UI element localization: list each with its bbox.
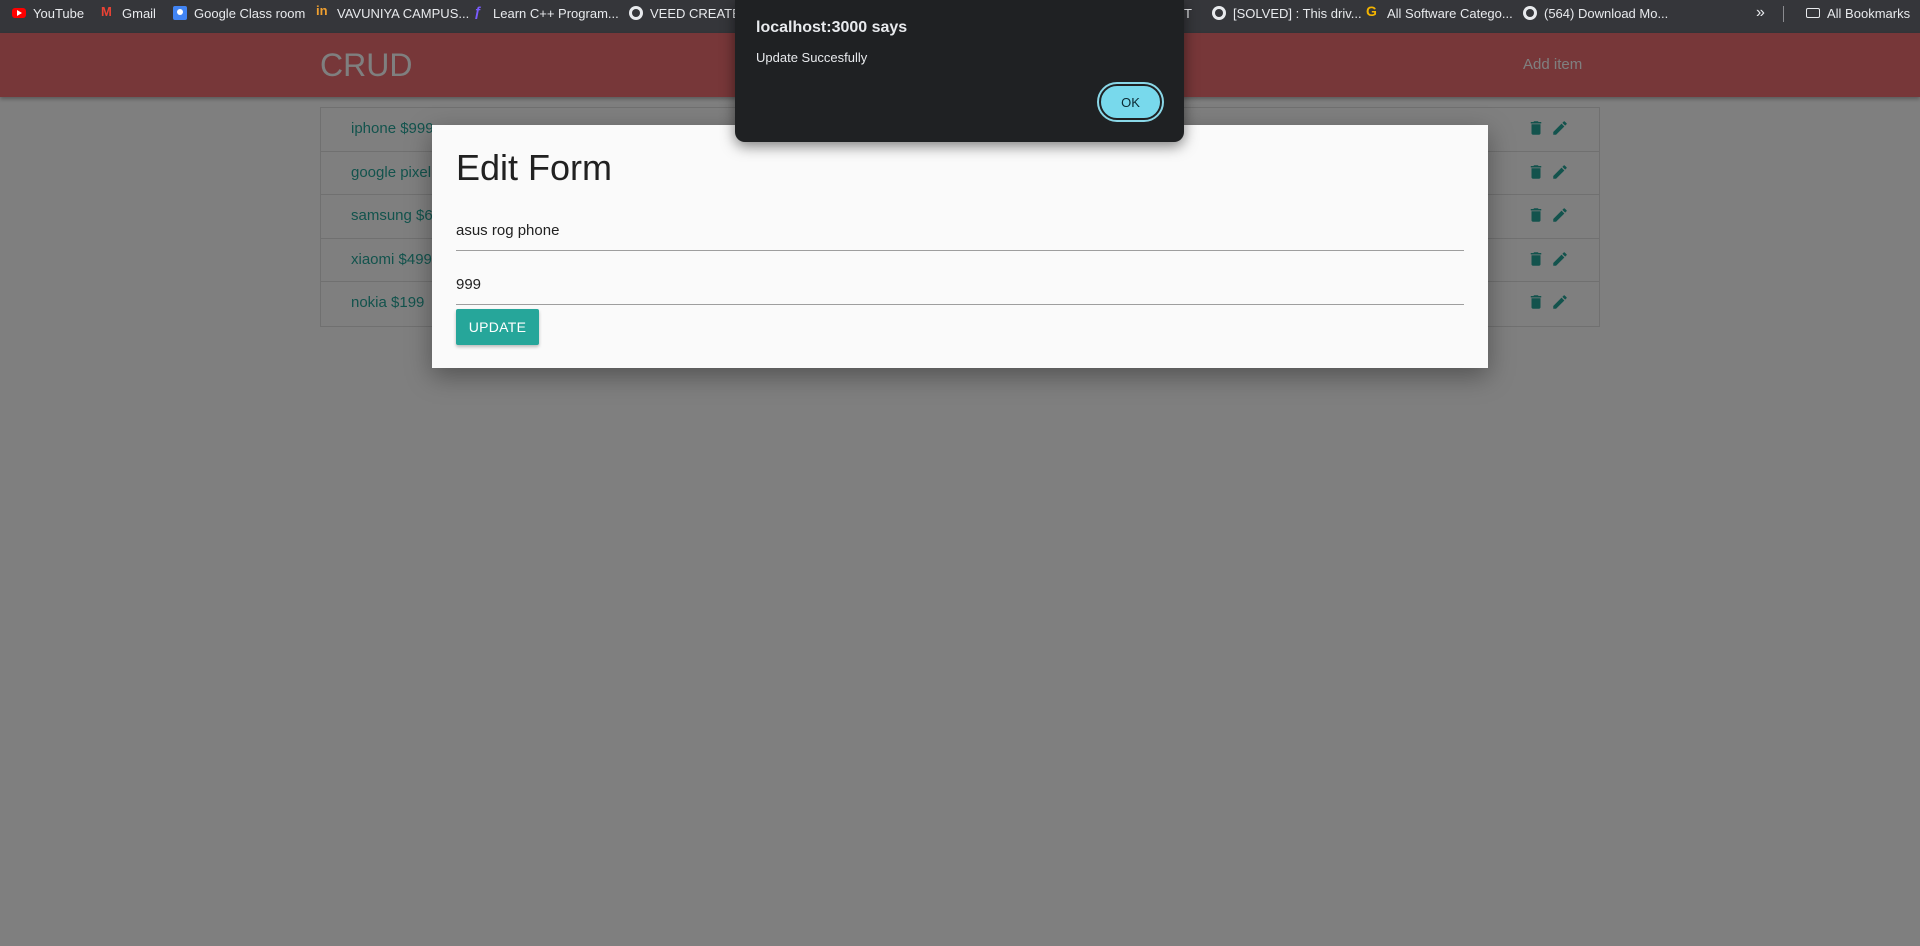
globe-icon	[1212, 6, 1226, 20]
update-button[interactable]: UPDATE	[456, 309, 539, 345]
bookmarks-divider	[1783, 6, 1784, 22]
ok-button[interactable]: OK	[1097, 82, 1164, 122]
bookmark-label: Gmail	[122, 5, 156, 21]
g-icon	[1366, 3, 1380, 20]
bookmark-label: All Software Catego...	[1387, 5, 1513, 21]
bookmark-solved[interactable]: [SOLVED] : This driv...	[1212, 0, 1362, 26]
bookmark-label: YouTube	[33, 5, 85, 21]
cpp-icon	[472, 3, 486, 20]
bookmark-label: All Bookmarks	[1827, 5, 1911, 21]
folder-icon	[1806, 8, 1820, 18]
google-classroom-icon	[173, 6, 187, 20]
bookmarks-overflow-icon[interactable]: »	[1756, 4, 1765, 22]
bookmark-label: T	[1184, 5, 1192, 21]
bookmark-all-bookmarks[interactable]: All Bookmarks	[1806, 0, 1910, 26]
bookmark-label: (564) Download Mo...	[1544, 5, 1669, 21]
bookmark-label: VAVUNIYA CAMPUS...	[337, 5, 470, 21]
campus-icon	[316, 3, 330, 20]
globe-icon	[1523, 6, 1537, 20]
alert-title: localhost:3000 says	[756, 19, 908, 36]
modal-title: Edit Form	[456, 147, 613, 188]
price-input[interactable]	[456, 264, 1464, 305]
bookmark-label: Learn C++ Program...	[493, 5, 619, 21]
bookmark-gmail[interactable]: Gmail	[101, 0, 156, 26]
bookmark-youtube[interactable]: YouTube	[12, 0, 84, 26]
alert-dialog: localhost:3000 says Update Succesfully O…	[735, 0, 1184, 142]
gmail-icon	[101, 4, 115, 20]
alert-message: Update Succesfully	[756, 50, 868, 65]
edit-modal: Edit Form UPDATE	[432, 125, 1488, 368]
bookmark-vavuniya-campus[interactable]: VAVUNIYA CAMPUS...	[316, 0, 469, 26]
bookmark-download[interactable]: (564) Download Mo...	[1523, 0, 1668, 26]
bookmark-all-software[interactable]: All Software Catego...	[1366, 0, 1513, 26]
youtube-icon	[12, 8, 26, 18]
bookmark-learn-cpp[interactable]: Learn C++ Program...	[472, 0, 619, 26]
name-input[interactable]	[456, 210, 1464, 251]
bookmark-google-classroom[interactable]: Google Class room	[173, 0, 305, 26]
bookmark-fragment[interactable]: T	[1184, 0, 1192, 26]
bookmark-label: Google Class room	[194, 5, 306, 21]
globe-icon	[629, 6, 643, 20]
bookmark-label: [SOLVED] : This driv...	[1233, 5, 1362, 21]
